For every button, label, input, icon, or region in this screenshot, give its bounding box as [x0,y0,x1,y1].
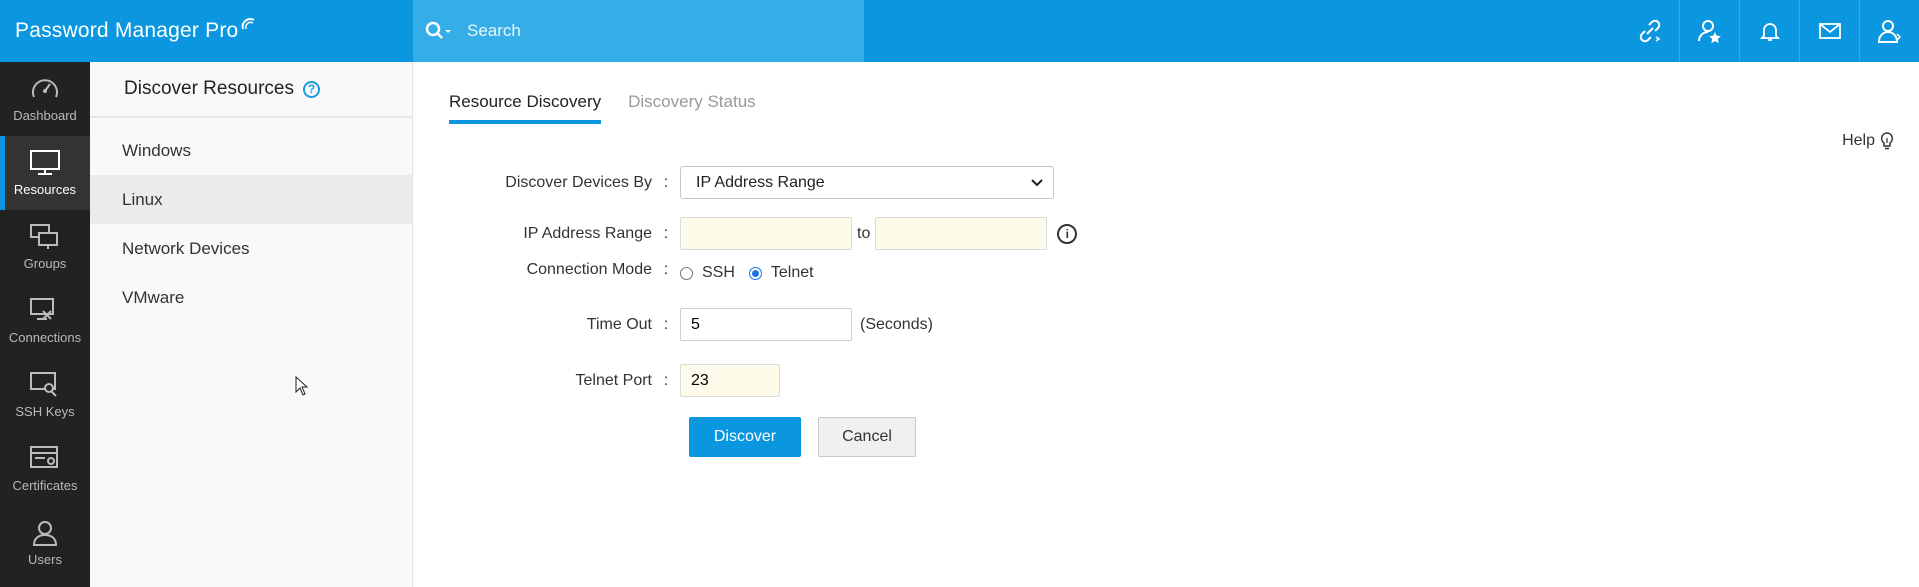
search-icon[interactable] [425,19,455,43]
cancel-button[interactable]: Cancel [818,417,916,457]
nav-item-groups[interactable]: Groups [0,210,90,284]
help-label: Help [1842,132,1875,149]
discover-by-value: IP Address Range [696,173,825,191]
discovery-tabs: Resource Discovery Discovery Status [449,92,783,124]
resource-type-windows[interactable]: Windows [90,126,412,175]
panel-title-text: Discover Resources [124,78,294,99]
groups-icon [30,224,58,249]
resource-type-list: Windows Linux Network Devices VMware [90,126,412,322]
nav-item-certificates[interactable]: Certificates [0,432,90,506]
nav-label: Dashboard [13,108,77,123]
nav-item-resources[interactable]: Resources [0,136,90,210]
discover-by-label: Discover Devices By [505,173,652,191]
bell-icon[interactable] [1739,0,1799,62]
mail-icon[interactable] [1799,0,1859,62]
timeout-unit: (Seconds) [860,315,933,333]
nav-label: Resources [13,182,77,197]
nav-label: Users [28,552,62,567]
nav-item-dashboard[interactable]: Dashboard [0,62,90,136]
colon: : [663,173,669,191]
telnet-radio[interactable] [748,266,762,280]
timeout-label: Time Out [586,315,652,333]
nav-label: SSH Keys [15,404,75,419]
nav-label: Connections [8,330,82,345]
resource-type-network-devices[interactable]: Network Devices [90,224,412,273]
chevron-down-icon [1031,178,1043,186]
ssh-key-icon [30,372,57,397]
telnet-port-input[interactable] [680,364,780,397]
connection-mode-radio-group: SSH Telnet [680,264,814,282]
form-actions: Discover Cancel [689,417,916,457]
telnet-radio-label[interactable]: Telnet [771,264,814,282]
nav-item-users[interactable]: Users [0,506,90,580]
search-input[interactable] [465,20,849,42]
ssh-radio-label[interactable]: SSH [702,264,735,282]
colon: : [663,224,669,242]
tab-resource-discovery[interactable]: Resource Discovery [449,92,602,124]
connection-mode-label: Connection Mode [526,261,652,278]
logo-swirl-icon [242,18,255,30]
discover-button[interactable]: Discover [689,417,801,457]
panel-title: Discover Resources ? [90,62,412,118]
ip-range-label: IP Address Range [523,224,652,242]
discover-by-select[interactable]: IP Address Range [680,166,1054,199]
nav-label: Groups [23,256,67,271]
nav-label: Certificates [12,478,78,493]
nav-item-ssh-keys[interactable]: SSH Keys [0,358,90,432]
user-star-icon[interactable] [1679,0,1739,62]
brand-name: Password Manager Pro [15,19,239,42]
tab-discovery-status[interactable]: Discovery Status [628,92,756,124]
user-icon[interactable] [1859,0,1919,62]
ip-range-row: IP Address Range : to i [413,217,1078,250]
ip-range-to-label: to [857,224,871,242]
search-bar[interactable] [413,0,864,62]
colon: : [663,371,669,389]
main-content: Resource Discovery Discovery Status Help… [413,62,1919,587]
dashboard-icon [32,79,58,98]
timeout-row: Time Out : (Seconds) [413,308,933,341]
left-navigation: Dashboard Resources Groups Connections S… [0,62,90,587]
monitor-icon [30,150,60,175]
resource-type-vmware[interactable]: VMware [90,273,412,322]
colon: : [663,261,669,278]
discover-by-row: Discover Devices By : IP Address Range [413,166,1054,199]
ip-range-to-input[interactable] [875,217,1048,250]
nav-item-connections[interactable]: Connections [0,284,90,358]
help-question-icon[interactable]: ? [303,80,320,98]
mouse-cursor-icon [295,376,309,396]
lightbulb-icon [1880,132,1894,150]
certificate-icon [30,446,58,468]
top-bar: Password Manager Pro [0,0,1919,62]
colon: : [663,315,669,333]
connection-mode-row: Connection Mode : SSH Telnet [413,258,814,282]
users-icon [32,521,58,546]
ssh-radio[interactable] [680,266,693,280]
connections-icon [30,298,54,320]
info-icon[interactable]: i [1057,223,1078,244]
ip-range-from-input[interactable] [680,217,852,250]
brand-logo[interactable]: Password Manager Pro [0,0,413,62]
discover-resources-panel: Discover Resources ? Windows Linux Netwo… [90,62,413,587]
help-link[interactable]: Help [1842,132,1894,150]
resource-type-linux[interactable]: Linux [90,175,412,224]
telnet-port-row: Telnet Port : [413,364,780,397]
link-icon[interactable] [1620,0,1679,62]
timeout-input[interactable] [680,308,852,341]
telnet-port-label: Telnet Port [575,371,652,389]
top-icon-group [1620,0,1919,62]
